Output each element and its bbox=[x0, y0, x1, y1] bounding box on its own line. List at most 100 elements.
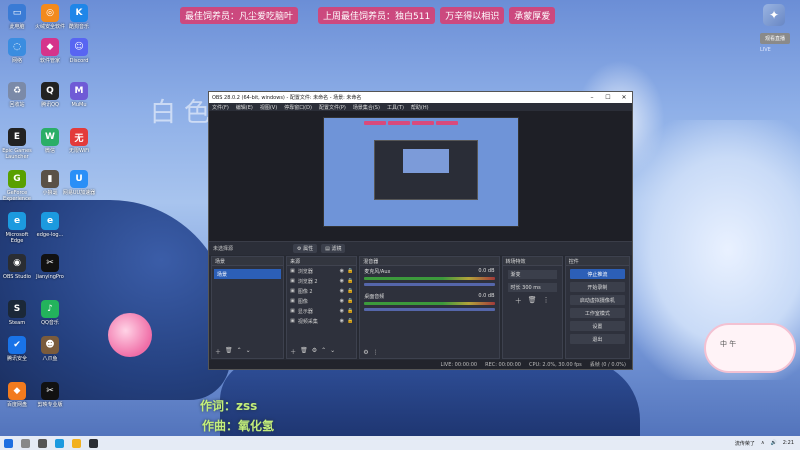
trash-icon[interactable]: 🗑 bbox=[528, 296, 537, 306]
app-icon: e bbox=[41, 212, 59, 230]
desktop-icon[interactable]: G GeForce Experience bbox=[0, 170, 34, 202]
more-icon[interactable]: ⋮ bbox=[543, 296, 550, 306]
source-item[interactable]: ▣ 浏览器 ◉ 🔒 bbox=[287, 266, 356, 276]
obs-taskbar-icon[interactable] bbox=[89, 438, 98, 448]
preview-canvas[interactable] bbox=[323, 117, 519, 227]
app-widget-icon[interactable]: ✦ bbox=[763, 4, 785, 26]
app-icon: ▭ bbox=[8, 4, 26, 22]
lock-icon[interactable]: 🔒 bbox=[347, 278, 353, 284]
menu-profile[interactable]: 配置文件(P) bbox=[319, 104, 346, 111]
eye-icon[interactable]: ◉ bbox=[340, 278, 344, 284]
start-recording-button[interactable]: 开始录制 bbox=[569, 282, 626, 292]
trash-icon[interactable]: 🗑 bbox=[300, 347, 308, 356]
eye-icon[interactable]: ◉ bbox=[340, 288, 344, 294]
desktop-icon[interactable]: S Steam bbox=[0, 300, 34, 326]
chevron-up-icon[interactable]: ⌃ bbox=[321, 347, 326, 356]
task-view-icon[interactable] bbox=[38, 438, 47, 448]
desktop-icon[interactable]: E Epic Games Launcher bbox=[0, 128, 34, 160]
settings-button[interactable]: 设置 bbox=[569, 321, 626, 331]
desktop-icon[interactable]: ▭ 此电脑 bbox=[0, 4, 34, 30]
desktop-icon[interactable]: ◉ OBS Studio bbox=[0, 254, 34, 280]
gear-icon[interactable]: ⚙ bbox=[312, 347, 317, 356]
desktop-icon[interactable]: M MuMu bbox=[62, 82, 96, 108]
transition-duration[interactable]: 时长 300 ms bbox=[507, 283, 557, 292]
properties-button[interactable]: ⚙ 属性 bbox=[293, 244, 318, 253]
desktop-icon[interactable]: ✂ 剪映专业版 bbox=[33, 382, 67, 408]
maximize-icon[interactable]: ☐ bbox=[600, 94, 616, 101]
scene-item[interactable]: 场景 bbox=[214, 269, 282, 279]
menu-help[interactable]: 帮助(H) bbox=[411, 104, 429, 111]
menu-docks[interactable]: 停靠窗口(D) bbox=[284, 104, 312, 111]
explorer-icon[interactable] bbox=[72, 438, 81, 448]
volume-icon[interactable]: 🔊 bbox=[771, 440, 777, 446]
desktop-icon[interactable]: e edge-log... bbox=[33, 212, 67, 238]
start-icon[interactable] bbox=[4, 438, 13, 448]
gear-icon[interactable]: ⚙ bbox=[363, 349, 368, 356]
preview-area[interactable] bbox=[209, 111, 632, 241]
desktop-icon[interactable]: ♪ QQ音乐 bbox=[33, 300, 67, 326]
desktop-icon[interactable]: ◆ 百度网盘 bbox=[0, 382, 34, 408]
obs-statusbar: LIVE: 00:00:00 REC: 00:00:00 CPU: 2.0%, … bbox=[209, 360, 632, 369]
chevron-up-icon[interactable]: ∧ bbox=[761, 440, 765, 446]
source-item[interactable]: ▣ 浏览器 2 ◉ 🔒 bbox=[287, 276, 356, 286]
source-item[interactable]: ▣ 图像 ◉ 🔒 bbox=[287, 296, 356, 306]
desktop-icon[interactable]: ✂ JianyingPro bbox=[33, 254, 67, 280]
lock-icon[interactable]: 🔒 bbox=[347, 318, 353, 324]
desktop-icon-label: 腾讯安全 bbox=[6, 356, 27, 362]
clock[interactable]: 2:21 bbox=[783, 440, 794, 446]
volume-fader[interactable] bbox=[364, 283, 495, 286]
source-item[interactable]: ▣ 显示器 ◉ 🔒 bbox=[287, 306, 356, 316]
close-icon[interactable]: ✕ bbox=[616, 94, 632, 101]
lock-icon[interactable]: 🔒 bbox=[347, 298, 353, 304]
volume-fader[interactable] bbox=[364, 308, 495, 311]
menu-view[interactable]: 视图(V) bbox=[260, 104, 277, 111]
source-name: 图像 bbox=[297, 298, 308, 305]
lock-icon[interactable]: 🔒 bbox=[347, 268, 353, 274]
menu-edit[interactable]: 编辑(E) bbox=[236, 104, 253, 111]
virtual-camera-button[interactable]: 启动虚拟摄像机 bbox=[569, 295, 626, 305]
eye-icon[interactable]: ◉ bbox=[340, 298, 344, 304]
widget-button[interactable]: 观看直播 bbox=[760, 33, 790, 44]
desktop-icon[interactable]: ♻ 回收站 bbox=[0, 82, 34, 108]
desktop-icon[interactable]: e Microsoft Edge bbox=[0, 212, 34, 244]
desktop-icon[interactable]: U 网易UU加速器 bbox=[62, 170, 96, 196]
eye-icon[interactable]: ◉ bbox=[340, 268, 344, 274]
stop-streaming-button[interactable]: 停止推流 bbox=[569, 269, 626, 279]
chevron-down-icon[interactable]: ⌄ bbox=[246, 347, 251, 356]
obs-window[interactable]: OBS 28.0.2 (64-bit, windows) - 配置文件: 未命名… bbox=[208, 91, 633, 370]
menu-scene-collection[interactable]: 场景集合(S) bbox=[353, 104, 380, 111]
lock-icon[interactable]: 🔒 bbox=[347, 308, 353, 314]
minimize-icon[interactable]: – bbox=[584, 94, 600, 101]
add-icon[interactable]: ＋ bbox=[215, 347, 221, 356]
desktop-icon[interactable]: K 酷狗音乐 bbox=[62, 4, 96, 30]
source-item[interactable]: ▣ 视频采集 ◉ 🔒 bbox=[287, 316, 356, 326]
app-icon: G bbox=[8, 170, 26, 188]
chevron-up-icon[interactable]: ⌃ bbox=[237, 347, 242, 356]
more-icon[interactable]: ⋮ bbox=[373, 349, 379, 356]
source-item[interactable]: ▣ 图像 2 ◉ 🔒 bbox=[287, 286, 356, 296]
edge-icon[interactable] bbox=[55, 438, 64, 448]
add-icon[interactable]: ＋ bbox=[515, 296, 522, 306]
lock-icon[interactable]: 🔒 bbox=[347, 288, 353, 294]
desktop-icon[interactable]: ◌ 网络 bbox=[0, 38, 34, 64]
menu-tools[interactable]: 工具(T) bbox=[387, 104, 404, 111]
menu-file[interactable]: 文件(F) bbox=[212, 104, 229, 111]
eye-icon[interactable]: ◉ bbox=[340, 318, 344, 324]
exit-button[interactable]: 退出 bbox=[569, 334, 626, 344]
obs-docks: 场景 场景 ＋ 🗑 ⌃ ⌄ 来源 ▣ 浏览器 ◉ 🔒 ▣ 浏览器 2 ◉ 🔒 ▣ 图像 2 ◉ 🔒 ▣ 图… bbox=[209, 255, 632, 360]
obs-titlebar[interactable]: OBS 28.0.2 (64-bit, windows) - 配置文件: 未命名… bbox=[209, 92, 632, 103]
desktop-icon[interactable]: 无无限WiFi bbox=[62, 128, 96, 154]
search-icon[interactable] bbox=[21, 438, 30, 448]
chevron-down-icon[interactable]: ⌄ bbox=[330, 347, 335, 356]
desktop-icon[interactable]: ☻ 八爪鱼 bbox=[33, 336, 67, 362]
source-type-icon: ▣ bbox=[290, 298, 295, 304]
filters-button[interactable]: ▤ 滤镜 bbox=[321, 244, 346, 253]
trash-icon[interactable]: 🗑 bbox=[225, 347, 233, 356]
desktop-icon[interactable]: ✔ 腾讯安全 bbox=[0, 336, 34, 362]
eye-icon[interactable]: ◉ bbox=[340, 308, 344, 314]
desktop-icon[interactable]: ☺ Discord bbox=[62, 38, 96, 64]
transition-select[interactable]: 渐变 bbox=[507, 270, 557, 279]
studio-mode-button[interactable]: 工作室模式 bbox=[569, 308, 626, 318]
tray-weather[interactable]: 流传荣了 bbox=[735, 440, 755, 447]
add-icon[interactable]: ＋ bbox=[290, 347, 296, 356]
